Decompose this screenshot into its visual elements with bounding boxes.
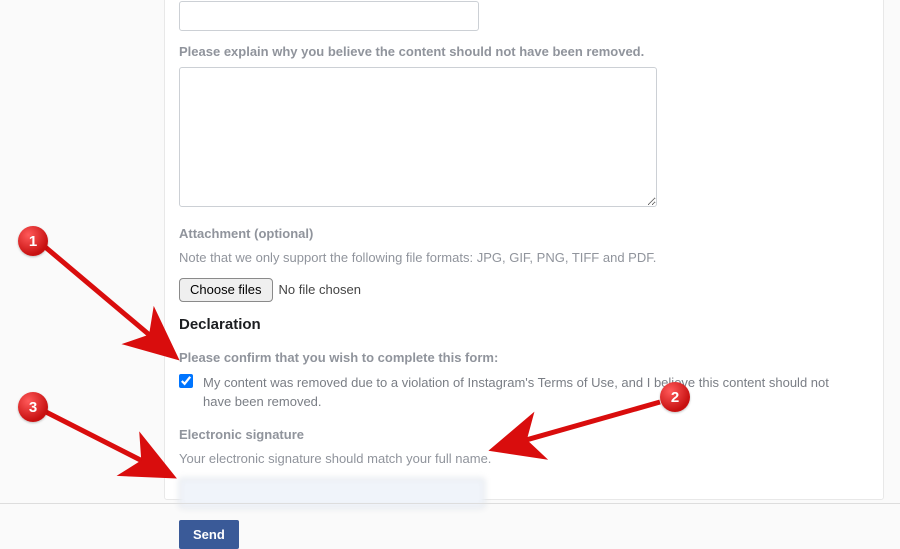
attachment-note: Note that we only support the following …: [179, 249, 869, 267]
send-button[interactable]: Send: [179, 520, 239, 549]
annotation-marker-3: 3: [18, 392, 48, 422]
annotation-marker-2: 2: [660, 382, 690, 412]
explain-textarea[interactable]: [179, 67, 657, 207]
signature-hint: Your electronic signature should match y…: [179, 450, 869, 468]
declaration-heading: Declaration: [179, 316, 869, 333]
declaration-checkbox[interactable]: [179, 374, 193, 388]
form-card: Please explain why you believe the conte…: [164, 0, 884, 500]
declaration-checkbox-row: My content was removed due to a violatio…: [179, 373, 869, 412]
attachment-label: Attachment (optional): [179, 225, 869, 243]
annotation-marker-1: 1: [18, 226, 48, 256]
previous-text-input[interactable]: [179, 1, 479, 31]
file-picker-row: Choose files No file chosen: [179, 278, 869, 302]
declaration-checkbox-text: My content was removed due to a violatio…: [203, 373, 843, 412]
footer-divider: [0, 503, 900, 504]
signature-label: Electronic signature: [179, 426, 869, 444]
confirm-label: Please confirm that you wish to complete…: [179, 349, 869, 367]
file-status-text: No file chosen: [279, 282, 361, 297]
explain-label: Please explain why you believe the conte…: [179, 43, 869, 61]
choose-files-button[interactable]: Choose files: [179, 278, 273, 302]
